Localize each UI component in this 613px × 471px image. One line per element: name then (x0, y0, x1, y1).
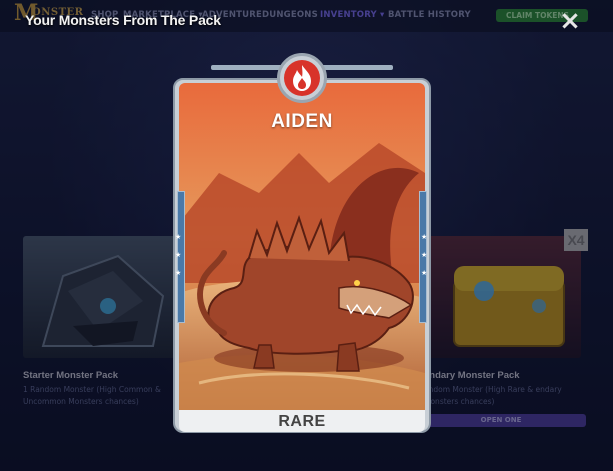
star-icon: ★ (175, 269, 182, 277)
monster-art (179, 83, 425, 428)
rarity-label: RARE (179, 410, 425, 432)
card-wing-right (321, 65, 393, 70)
star-icon: ★ (175, 233, 182, 241)
star-icon: ★ (421, 251, 428, 259)
star-icon: ★ (175, 251, 182, 259)
modal-title: Your Monsters From The Pack (25, 12, 221, 28)
monster-name: AIDEN (271, 111, 333, 132)
element-emblem (277, 53, 327, 103)
star-icon: ★ (421, 233, 428, 241)
fire-icon (284, 60, 320, 96)
close-icon[interactable]: × (558, 8, 582, 34)
monster-card[interactable]: RARE ★ ★ ★ ★ ★ ★ AIDEN (173, 53, 431, 433)
card-wing-left (211, 65, 283, 70)
star-icon: ★ (421, 269, 428, 277)
